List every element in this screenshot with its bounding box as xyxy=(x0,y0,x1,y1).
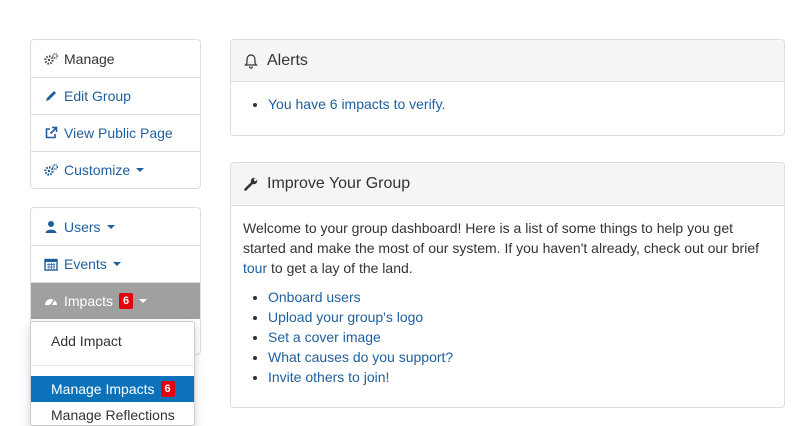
user-icon xyxy=(44,220,58,234)
sidebar-item-label: Edit Group xyxy=(64,88,131,104)
sidebar-item-label: Events xyxy=(64,256,107,272)
list-item: What causes do you support? xyxy=(268,347,772,367)
calendar-icon xyxy=(44,257,58,271)
caret-down-icon xyxy=(139,299,148,303)
list-item: You have 6 impacts to verify. xyxy=(268,94,772,114)
manage-impacts-count-badge: 6 xyxy=(160,381,175,397)
improve-group-panel-body: Welcome to your group dashboard! Here is… xyxy=(231,206,784,397)
improve-links-list: Onboard users Upload your group's logo S… xyxy=(243,287,772,387)
sidebar-item-events[interactable]: Events xyxy=(31,245,200,282)
alerts-panel-heading: Alerts xyxy=(231,40,784,82)
list-item: Invite others to join! xyxy=(268,367,772,387)
sidebar-item-label: Impacts xyxy=(64,293,114,309)
dropdown-item-add-impact[interactable]: Add Impact xyxy=(31,325,194,356)
set-cover-image-link[interactable]: Set a cover image xyxy=(268,329,381,345)
cogs-icon xyxy=(44,163,58,177)
upload-logo-link[interactable]: Upload your group's logo xyxy=(268,309,423,325)
sidebar-item-impacts[interactable]: Impacts 6 xyxy=(31,282,200,319)
sidebar-item-users[interactable]: Users xyxy=(31,208,200,245)
list-item: Upload your group's logo xyxy=(268,307,772,327)
improve-group-panel: Improve Your Group Welcome to your group… xyxy=(230,162,785,408)
impacts-count-badge: 6 xyxy=(119,293,134,309)
bell-icon xyxy=(243,53,259,69)
verify-impacts-link[interactable]: You have 6 impacts to verify. xyxy=(268,96,445,112)
alerts-panel-body: You have 6 impacts to verify. xyxy=(231,82,784,124)
sidebar-item-label: Manage xyxy=(64,50,115,67)
causes-support-link[interactable]: What causes do you support? xyxy=(268,349,453,365)
external-link-icon xyxy=(44,126,58,140)
intro-end-text: to get a lay of the land. xyxy=(271,260,413,276)
cogs-icon xyxy=(44,52,58,66)
alerts-title: Alerts xyxy=(267,51,308,69)
caret-down-icon xyxy=(136,168,145,172)
sidebar-item-view-public-page[interactable]: View Public Page xyxy=(31,114,200,151)
list-item: Set a cover image xyxy=(268,327,772,347)
caret-down-icon xyxy=(106,224,115,229)
sidebar-item-customize[interactable]: Customize xyxy=(31,151,200,188)
dashboard-icon xyxy=(44,294,58,308)
pencil-icon xyxy=(44,89,58,103)
improve-group-title: Improve Your Group xyxy=(267,175,411,192)
tour-link[interactable]: tour xyxy=(243,260,267,276)
onboard-users-link[interactable]: Onboard users xyxy=(268,289,361,305)
intro-text: Welcome to your group dashboard! Here is… xyxy=(243,220,760,256)
sidebar-item-edit-group[interactable]: Edit Group xyxy=(31,77,200,114)
sidebar-item-label: Users xyxy=(64,218,101,235)
manage-menu: Manage Edit Group View Public Page Custo… xyxy=(30,39,201,189)
intro-paragraph: Welcome to your group dashboard! Here is… xyxy=(243,218,772,278)
sidebar-item-label: Customize xyxy=(64,162,131,178)
alerts-panel: Alerts You have 6 impacts to verify. xyxy=(230,39,785,136)
wrench-icon xyxy=(243,176,259,192)
sidebar-item-manage: Manage xyxy=(31,40,200,77)
alerts-list: You have 6 impacts to verify. xyxy=(243,94,772,114)
dropdown-divider xyxy=(31,365,194,366)
sidebar-item-label: View Public Page xyxy=(64,125,173,141)
dropdown-item-manage-reflections[interactable]: Manage Reflections xyxy=(31,402,194,425)
improve-group-panel-heading: Improve Your Group xyxy=(231,163,784,206)
list-item: Onboard users xyxy=(268,287,772,307)
dropdown-item-manage-impacts[interactable]: Manage Impacts 6 xyxy=(31,376,194,402)
impacts-dropdown-menu: Add Impact Manage Impacts 6 Manage Refle… xyxy=(30,321,195,426)
dropdown-item-label: Manage Impacts xyxy=(51,381,155,397)
caret-down-icon xyxy=(112,262,121,266)
invite-others-link[interactable]: Invite others to join! xyxy=(268,369,389,385)
